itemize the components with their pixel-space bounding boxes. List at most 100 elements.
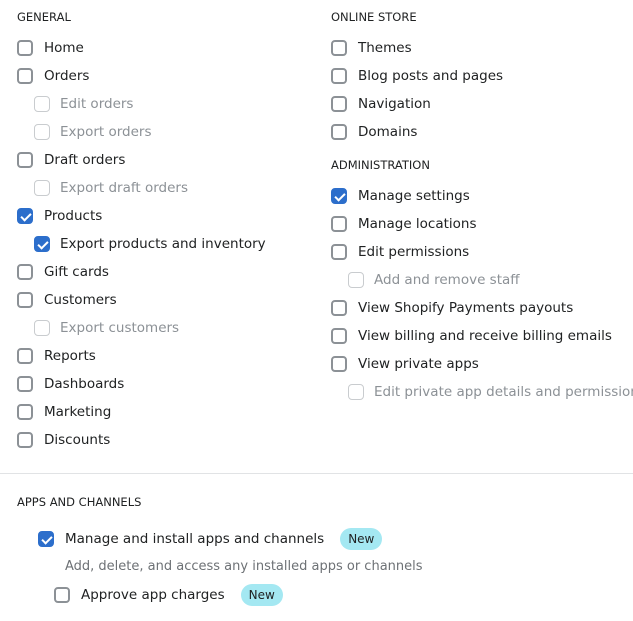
general-heading: GENERAL (17, 10, 71, 24)
approve-charges-label: Approve app charges (81, 587, 225, 603)
permission-label: Draft orders (44, 152, 126, 168)
permission-row[interactable]: Navigation (331, 90, 633, 118)
permission-label: Reports (44, 348, 96, 364)
permission-row: Export customers (17, 314, 317, 342)
permission-checkbox[interactable] (331, 68, 347, 84)
permission-row[interactable]: Edit permissions (331, 238, 633, 266)
permission-checkbox[interactable] (17, 152, 33, 168)
permission-checkbox (34, 320, 50, 336)
permission-label: Domains (358, 124, 418, 140)
permission-label: Blog posts and pages (358, 68, 504, 84)
permission-row[interactable]: Products (17, 202, 317, 230)
permission-checkbox[interactable] (331, 328, 347, 344)
permission-row[interactable]: Blog posts and pages (331, 62, 633, 90)
permission-checkbox (348, 272, 364, 288)
permission-label: Dashboards (44, 376, 125, 392)
permission-checkbox[interactable] (17, 432, 33, 448)
permission-row: Export orders (17, 118, 317, 146)
permission-label: Manage locations (358, 216, 477, 232)
right-column: ONLINE STORE Themes Blog posts and pages N… (331, 0, 633, 406)
permission-checkbox[interactable] (331, 216, 347, 232)
section-divider (0, 473, 633, 474)
manage-apps-checkbox[interactable] (38, 531, 54, 547)
permission-row[interactable]: Manage locations (331, 210, 633, 238)
permission-checkbox[interactable] (17, 348, 33, 364)
permission-checkbox[interactable] (331, 188, 347, 204)
permission-label: Products (44, 208, 103, 224)
permission-label: Export orders (60, 124, 152, 140)
permission-checkbox[interactable] (331, 96, 347, 112)
permission-checkbox (34, 96, 50, 112)
administration-permission-list: Manage settings Manage locations Edit perm… (331, 182, 633, 406)
permission-row[interactable]: Dashboards (17, 370, 317, 398)
permission-checkbox (34, 180, 50, 196)
general-column: GENERAL Home Orders Edit orders Export orde… (17, 0, 317, 454)
permission-row[interactable]: Discounts (17, 426, 317, 454)
permission-checkbox[interactable] (17, 292, 33, 308)
apps-and-channels-heading: APPS AND CHANNELS (17, 495, 142, 509)
permission-checkbox[interactable] (17, 264, 33, 280)
permission-label: Orders (44, 68, 90, 84)
permission-checkbox[interactable] (331, 356, 347, 372)
permission-label: Edit private app details and permissions (374, 384, 633, 400)
permission-row[interactable]: Gift cards (17, 258, 317, 286)
permission-checkbox[interactable] (34, 236, 50, 252)
permission-checkbox[interactable] (331, 244, 347, 260)
permission-checkbox[interactable] (331, 40, 347, 56)
permission-row[interactable]: Home (17, 34, 317, 62)
permission-row[interactable]: Themes (331, 34, 633, 62)
permission-label: Export products and inventory (60, 236, 266, 252)
permission-label: Gift cards (44, 264, 109, 280)
permission-label: View billing and receive billing emails (358, 328, 612, 344)
permission-row: Add and remove staff (331, 266, 633, 294)
permission-label: Navigation (358, 96, 431, 112)
permission-checkbox[interactable] (17, 376, 33, 392)
permission-checkbox[interactable] (331, 300, 347, 316)
permission-label: Themes (358, 40, 412, 56)
permission-row[interactable]: Export products and inventory (17, 230, 317, 258)
permission-label: Export draft orders (60, 180, 189, 196)
permission-row[interactable]: Reports (17, 342, 317, 370)
permission-row: Export draft orders (17, 174, 317, 202)
permission-checkbox[interactable] (17, 40, 33, 56)
new-badge: New (240, 584, 283, 606)
permission-row[interactable]: Domains (331, 118, 633, 146)
permission-row[interactable]: View billing and receive billing emails (331, 322, 633, 350)
permission-checkbox[interactable] (331, 124, 347, 140)
permission-row: Edit orders (17, 90, 317, 118)
online-store-permission-list: Themes Blog posts and pages Navigation Doma… (331, 34, 633, 146)
permission-checkbox[interactable] (17, 68, 33, 84)
manage-apps-label: Manage and install apps and channels (65, 531, 325, 547)
permission-label: Edit orders (60, 96, 134, 112)
approve-charges-row[interactable]: Approve app charges New (17, 581, 617, 609)
new-badge: New (340, 528, 383, 550)
administration-heading: ADMINISTRATION (331, 158, 430, 172)
permission-label: Add and remove staff (374, 272, 520, 288)
permission-row[interactable]: View Shopify Payments payouts (331, 294, 633, 322)
permission-label: Customers (44, 292, 117, 308)
permission-checkbox (34, 124, 50, 140)
manage-apps-row[interactable]: Manage and install apps and channels New (17, 525, 617, 553)
permission-row[interactable]: Customers (17, 286, 317, 314)
online-store-heading: ONLINE STORE (331, 10, 417, 24)
permission-label: View Shopify Payments payouts (358, 300, 574, 316)
permission-row[interactable]: Marketing (17, 398, 317, 426)
permission-label: Edit permissions (358, 244, 470, 260)
permission-label: Home (44, 40, 84, 56)
permission-label: Manage settings (358, 188, 470, 204)
apps-and-channels-section: APPS AND CHANNELS Manage and install app… (17, 485, 617, 609)
permission-label: Export customers (60, 320, 180, 336)
permission-label: View private apps (358, 356, 479, 372)
permission-row[interactable]: Draft orders (17, 146, 317, 174)
manage-apps-help-text: Add, delete, and access any installed ap… (65, 559, 423, 574)
permission-checkbox[interactable] (17, 208, 33, 224)
permission-label: Discounts (44, 432, 111, 448)
permission-row: Edit private app details and permissions (331, 378, 633, 406)
permission-row[interactable]: Manage settings (331, 182, 633, 210)
permission-row[interactable]: Orders (17, 62, 317, 90)
approve-charges-checkbox[interactable] (54, 587, 70, 603)
general-permission-list: Home Orders Edit orders Export orders Draft … (17, 34, 317, 454)
permission-label: Marketing (44, 404, 112, 420)
permission-checkbox[interactable] (17, 404, 33, 420)
permission-row[interactable]: View private apps (331, 350, 633, 378)
